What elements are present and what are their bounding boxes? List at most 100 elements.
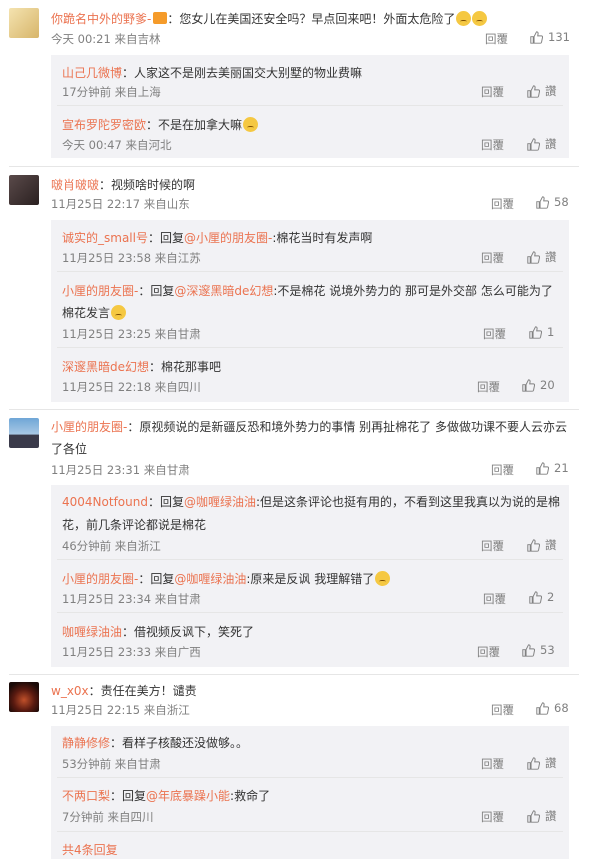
username-link[interactable]: 你跪名中外的野爹- — [51, 12, 151, 26]
reply-comment-cont: 棉花发言 — [62, 304, 127, 321]
username-link[interactable]: 小厘的朋友圈- — [51, 420, 127, 434]
reply-button[interactable]: 回覆 — [491, 462, 514, 478]
more-replies-link[interactable]: 共4条回复 — [62, 841, 118, 858]
like-button[interactable]: 讚 — [527, 249, 557, 265]
thumb-up-icon — [527, 539, 540, 552]
reply-button[interactable]: 回覆 — [481, 756, 504, 772]
thumb-up-icon — [522, 644, 535, 657]
avatar[interactable] — [9, 418, 39, 448]
comment-cont: 了各位 — [51, 442, 88, 456]
username-link[interactable]: 4004Notfound — [62, 495, 148, 509]
reply-comment: 4004Notfound：回复@咖喱绿油油:但是这条评论也挺有用的，不看到这里我… — [62, 495, 561, 509]
like-button[interactable]: 68 — [536, 701, 569, 715]
like-button[interactable]: 讚 — [527, 755, 557, 771]
like-count: 2 — [547, 590, 555, 604]
reply-button[interactable]: 回覆 — [491, 196, 514, 212]
like-count: 1 — [547, 325, 555, 339]
reply-button[interactable]: 回覆 — [483, 591, 506, 607]
reply-meta: 7分钟前 来自四川 — [62, 810, 154, 824]
mention-link[interactable]: @小厘的朋友圈- — [184, 231, 272, 245]
avatar[interactable] — [9, 682, 39, 712]
like-button[interactable]: 讚 — [527, 537, 557, 553]
like-button[interactable]: 讚 — [527, 83, 557, 99]
like-count: 53 — [540, 643, 555, 657]
reply-text: :棉花当时有发声啊 — [272, 231, 373, 245]
smile-face-icon — [111, 305, 127, 320]
thumb-up-icon — [536, 702, 549, 715]
reply-button[interactable]: 回覆 — [485, 31, 508, 47]
smile-face-icon — [243, 117, 259, 132]
avatar[interactable] — [9, 175, 39, 205]
reply-button[interactable]: 回覆 — [477, 644, 500, 660]
reply-button[interactable]: 回覆 — [477, 379, 500, 395]
reply-meta: 11月25日 23:34 来自甘肃 — [62, 592, 201, 606]
like-button[interactable]: 20 — [522, 378, 555, 392]
like-button[interactable]: 讚 — [527, 136, 557, 152]
reply-comment: 不两口梨：回复@年底暴躁小能:救命了 — [62, 789, 271, 803]
comment-meta: 11月25日 22:15 来自浙江 — [51, 703, 190, 717]
username-link[interactable]: 咖喱绿油油 — [62, 625, 122, 639]
reply-button[interactable]: 回覆 — [481, 250, 504, 266]
divider — [9, 166, 579, 167]
avatar[interactable] — [9, 8, 39, 38]
divider — [57, 559, 563, 560]
reply-button[interactable]: 回覆 — [491, 702, 514, 718]
like-label: 讚 — [545, 137, 557, 151]
comment: 小厘的朋友圈-：原视频说的是新疆反恐和境外势力的事情 别再扯棉花了 多做做功课不… — [51, 418, 567, 435]
username-link[interactable]: 宣布罗陀罗密欧 — [62, 118, 146, 132]
username-link[interactable]: 山己几微博 — [62, 66, 122, 80]
laughing-face-icon — [375, 571, 391, 586]
reply-comment: 山己几微博：人家这不是刚去美丽国交大别墅的物业费嘛 — [62, 64, 362, 81]
username-link[interactable]: 诚实的_small号 — [62, 231, 148, 245]
like-button[interactable]: 讚 — [527, 808, 557, 824]
reply-button[interactable]: 回覆 — [483, 326, 506, 342]
thumb-up-icon — [536, 196, 549, 209]
divider — [57, 105, 563, 106]
mention-link[interactable]: @咖喱绿油油 — [184, 495, 256, 509]
reply-meta: 今天 00:47 来自河北 — [62, 138, 172, 152]
username-link[interactable]: 小厘的朋友圈- — [62, 284, 138, 298]
username-link[interactable]: 啵肖啵啵 — [51, 178, 99, 192]
username-link[interactable]: 静静修修 — [62, 736, 110, 750]
thumb-up-icon — [536, 462, 549, 475]
comment: 你跪名中外的野爹- ：您女儿在美国还安全吗？早点回来吧！外面太危险了 — [51, 10, 571, 27]
username-link[interactable]: 深邃黑暗de幻想 — [62, 360, 149, 374]
mention-link[interactable]: @年底暴躁小能 — [146, 789, 230, 803]
thumb-up-icon — [527, 138, 540, 151]
reply-button[interactable]: 回覆 — [481, 137, 504, 153]
reply-button[interactable]: 回覆 — [481, 538, 504, 554]
like-button[interactable]: 2 — [529, 590, 554, 604]
reply-comment: 小厘的朋友圈-：回复@深邃黑暗de幻想:不是棉花 说境外势力的 那可是外交部 怎… — [62, 284, 553, 298]
reply-text: :原来是反讽 我理解错了 — [246, 572, 375, 586]
username-link[interactable]: w_x0x — [51, 684, 89, 698]
like-label: 讚 — [545, 84, 557, 98]
like-count: 68 — [554, 701, 569, 715]
reply-text: :不是棉花 说境外势力的 那可是外交部 怎么可能为了 — [273, 284, 553, 298]
mention-link[interactable]: @深邃黑暗de幻想 — [174, 284, 273, 298]
sad-face-icon — [456, 11, 472, 26]
like-button[interactable]: 131 — [530, 30, 570, 44]
thumb-up-icon — [527, 810, 540, 823]
thumb-up-icon — [527, 85, 540, 98]
divider — [57, 271, 563, 272]
like-count: 21 — [554, 461, 569, 475]
thumb-up-icon — [529, 326, 542, 339]
comment-meta: 11月25日 22:17 来自山东 — [51, 197, 190, 211]
like-button[interactable]: 53 — [522, 643, 555, 657]
like-button[interactable]: 1 — [529, 325, 554, 339]
comment-meta: 今天 00:21 来自吉林 — [51, 32, 161, 46]
mention-link[interactable]: @咖喱绿油油 — [174, 572, 246, 586]
sad-face-icon — [472, 11, 488, 26]
username-link[interactable]: 小厘的朋友圈- — [62, 572, 138, 586]
reply-text: ：不是在加拿大嘛 — [146, 118, 243, 132]
divider — [57, 831, 563, 832]
like-button[interactable]: 21 — [536, 461, 569, 475]
thumb-up-icon — [530, 31, 543, 44]
reply-button[interactable]: 回覆 — [481, 809, 504, 825]
reply-text: :救命了 — [230, 789, 271, 803]
reply-text: ：看样子核酸还没做够。。 — [110, 736, 249, 750]
reply-button[interactable]: 回覆 — [481, 84, 504, 100]
like-button[interactable]: 58 — [536, 195, 569, 209]
username-link[interactable]: 不两口梨 — [62, 789, 110, 803]
reply-comment-cont: 花，前几条评论都说是棉花 — [62, 518, 207, 532]
